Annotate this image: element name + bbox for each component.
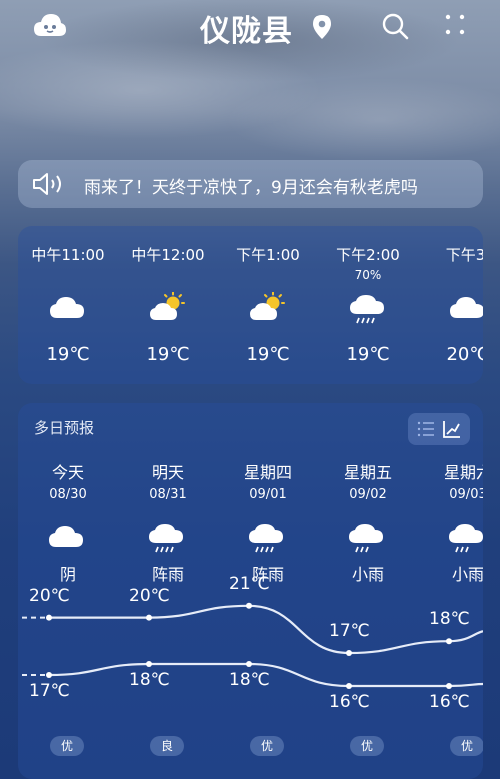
high-temp-label: 21℃	[229, 573, 270, 594]
hourly-item: 下午3: 20℃	[418, 226, 483, 384]
cloudy-icon	[448, 292, 483, 328]
hour-temp: 20℃	[446, 344, 483, 365]
high-temp-label: 20℃	[129, 585, 170, 606]
hour-time: 下午2:00	[336, 246, 400, 264]
cloudy-icon	[48, 292, 88, 328]
hourly-forecast-card[interactable]: 中午11:00 19℃ 中午12:00 19℃ 下午1:00 19℃ 下午2:00 70% 19…	[18, 226, 483, 384]
news-headline[interactable]: 雨来了！天终于凉快了，9月还会有秋老虎吗	[84, 173, 418, 198]
weather-app-icon[interactable]	[33, 12, 67, 38]
low-temp-label: 18℃	[129, 670, 170, 690]
low-temp-label: 17℃	[29, 681, 70, 701]
daily-forecast-card: 多日预报 今天 08/30 阴优明天 08/31 阵雨良星期四 09/01 阵雨优星期五 09…	[18, 403, 483, 779]
hour-temp: 19℃	[246, 344, 290, 365]
hourly-item: 下午1:00 19℃	[218, 226, 318, 384]
high-temp-point	[446, 638, 452, 645]
hourly-item: 下午2:00 70% 19℃	[318, 226, 418, 384]
hourly-item: 中午12:00 19℃	[118, 226, 218, 384]
low-temp-point	[346, 683, 352, 689]
high-temp-label: 20℃	[29, 585, 70, 606]
low-temp-label: 18℃	[229, 670, 270, 690]
high-temp-point	[346, 650, 352, 656]
hour-time: 下午1:00	[236, 246, 300, 264]
hour-temp: 19℃	[346, 344, 390, 365]
high-temp-point	[246, 602, 252, 609]
low-temp-label: 16℃	[329, 692, 370, 712]
search-icon[interactable]	[381, 12, 409, 40]
low-temp-label: 16℃	[429, 692, 470, 712]
hour-time: 中午11:00	[31, 246, 105, 264]
speaker-icon	[33, 173, 61, 195]
hour-time: 中午12:00	[131, 246, 205, 264]
hour-time: 下午3:	[445, 246, 483, 264]
low-temp-point	[146, 661, 152, 667]
high-temp-line	[49, 604, 483, 655]
high-temp-label: 17℃	[329, 621, 370, 641]
low-temp-point	[446, 683, 452, 689]
high-temp-point	[146, 614, 152, 621]
high-temp-label: 18℃	[429, 609, 470, 630]
location-pin-icon[interactable]	[312, 14, 332, 40]
more-menu-icon[interactable]	[442, 12, 470, 40]
low-temp-point	[46, 672, 52, 678]
city-name[interactable]: 仪陇县	[200, 6, 293, 50]
hour-temp: 19℃	[46, 344, 90, 365]
high-temp-point	[46, 614, 52, 621]
partly-sunny-icon	[148, 291, 188, 328]
partly-sunny-icon	[248, 291, 288, 328]
precip-chance: 70%	[354, 268, 382, 282]
hourly-item: 中午11:00 19℃	[18, 226, 118, 384]
low-temp-point	[246, 661, 252, 667]
hour-temp: 19℃	[146, 344, 190, 365]
rain-icon	[348, 292, 388, 330]
news-banner[interactable]: 雨来了！天终于凉快了，9月还会有秋老虎吗	[18, 160, 483, 208]
top-bar: 仪陇县	[0, 0, 500, 52]
